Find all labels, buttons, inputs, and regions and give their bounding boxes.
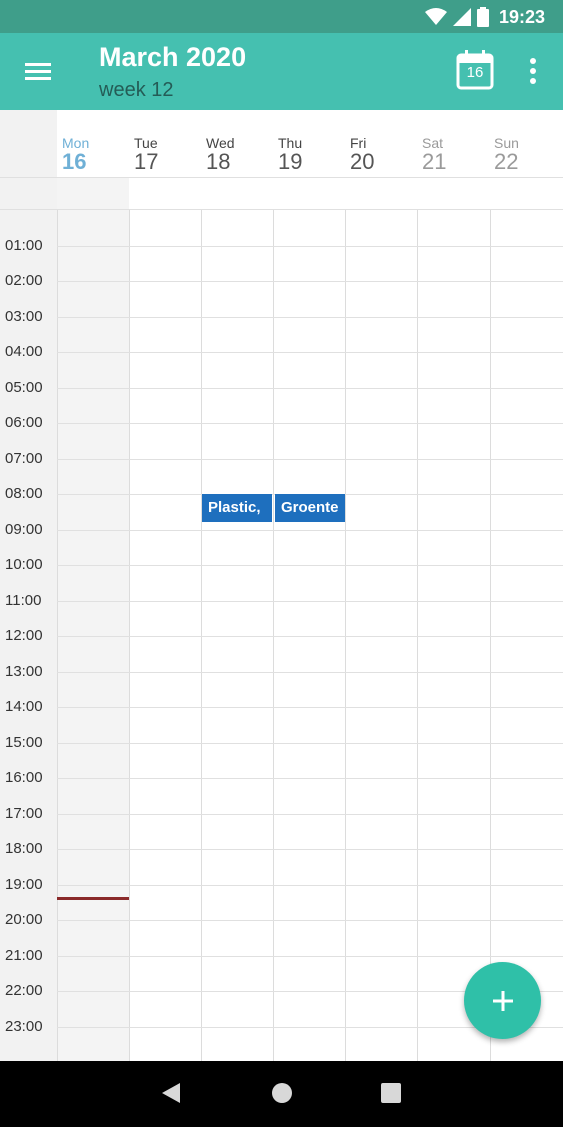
hour-label: 22:00 — [5, 982, 43, 999]
navigation-bar — [0, 1061, 563, 1127]
hour-divider — [57, 672, 563, 673]
signal-icon — [452, 8, 471, 26]
hour-label: 15:00 — [5, 734, 43, 751]
day-header-wed[interactable]: Wed 18 — [206, 135, 278, 173]
day-header-thu[interactable]: Thu 19 — [278, 135, 350, 173]
all-day-corner — [0, 178, 57, 209]
day-header-tue[interactable]: Tue 17 — [134, 135, 206, 173]
day-header-mon[interactable]: Mon 16 — [62, 135, 134, 173]
day-number: 21 — [422, 149, 447, 174]
status-bar: 19:23 — [0, 0, 563, 33]
hour-label: 11:00 — [5, 592, 42, 609]
week-subtitle: week 12 — [99, 79, 174, 101]
plus-icon — [492, 990, 513, 1011]
add-event-button[interactable] — [464, 962, 541, 1039]
recents-icon[interactable] — [380, 1081, 402, 1105]
day-number: 16 — [62, 149, 87, 174]
hour-divider — [57, 459, 563, 460]
hour-divider — [57, 956, 563, 957]
event-title: Groente — [281, 499, 339, 516]
day-header: Mon 16 Tue 17 Wed 18 Thu 19 Fri 20 Sat 2… — [0, 110, 563, 178]
status-time: 19:23 — [498, 6, 545, 27]
hour-label: 13:00 — [5, 663, 43, 680]
today-button[interactable]: 16 — [456, 50, 494, 90]
overflow-menu-icon[interactable] — [521, 55, 545, 87]
hour-divider — [57, 601, 563, 602]
hour-label: 20:00 — [5, 911, 43, 928]
hour-divider — [57, 246, 563, 247]
hour-label: 05:00 — [5, 379, 43, 396]
hour-label: 02:00 — [5, 272, 43, 289]
current-time-indicator — [57, 897, 129, 900]
hour-label: 21:00 — [5, 947, 43, 964]
hour-label: 19:00 — [5, 876, 43, 893]
all-day-row[interactable] — [0, 177, 563, 210]
hour-label: 01:00 — [5, 237, 43, 254]
day-number: 17 — [134, 149, 159, 174]
day-header-fri[interactable]: Fri 20 — [350, 135, 422, 173]
hour-label: 12:00 — [5, 627, 43, 644]
hour-divider — [57, 743, 563, 744]
hour-label: 09:00 — [5, 521, 43, 538]
wifi-icon — [424, 8, 447, 25]
battery-icon — [476, 7, 489, 27]
day-number: 20 — [350, 149, 375, 174]
day-header-sat[interactable]: Sat 21 — [422, 135, 494, 173]
header-corner — [0, 110, 57, 178]
event-groente[interactable]: Groente — [275, 494, 345, 522]
hour-divider — [57, 317, 563, 318]
hour-label: 03:00 — [5, 308, 43, 325]
hour-divider — [57, 849, 563, 850]
hour-label: 14:00 — [5, 698, 43, 715]
hour-divider — [57, 778, 563, 779]
hour-label: 06:00 — [5, 414, 43, 431]
today-badge-number: 16 — [466, 64, 484, 81]
hour-divider — [57, 885, 563, 886]
hour-divider — [57, 530, 563, 531]
all-day-today-cell — [57, 178, 129, 209]
day-number: 18 — [206, 149, 231, 174]
event-plastic[interactable]: Plastic, — [202, 494, 272, 522]
day-header-sun[interactable]: Sun 22 — [494, 135, 563, 173]
hour-divider — [57, 352, 563, 353]
home-icon[interactable] — [271, 1081, 293, 1105]
hour-divider — [57, 814, 563, 815]
status-icons: 19:23 — [424, 5, 545, 29]
hour-divider — [57, 707, 563, 708]
hour-label: 23:00 — [5, 1018, 43, 1035]
hour-label: 10:00 — [5, 556, 43, 573]
day-number: 22 — [494, 149, 519, 174]
hour-divider — [57, 565, 563, 566]
hour-label: 17:00 — [5, 805, 43, 822]
hour-divider — [57, 388, 563, 389]
day-number: 19 — [278, 149, 303, 174]
back-icon[interactable] — [160, 1081, 182, 1105]
hour-label: 08:00 — [5, 485, 43, 502]
week-grid[interactable]: 01:00 02:00 03:00 04:00 05:00 06:00 07:00 08:00… — [0, 210, 563, 1061]
hour-label: 18:00 — [5, 840, 43, 857]
event-title: Plastic, — [208, 499, 261, 516]
hour-divider — [57, 636, 563, 637]
page-title: March 2020 — [99, 42, 247, 72]
hour-divider — [57, 920, 563, 921]
hour-divider — [57, 423, 563, 424]
hour-label: 07:00 — [5, 450, 43, 467]
hour-label: 16:00 — [5, 769, 43, 786]
hour-label: 04:00 — [5, 343, 43, 360]
menu-icon[interactable] — [22, 57, 54, 87]
hour-divider — [57, 281, 563, 282]
app-bar: March 2020 week 12 16 — [0, 33, 563, 110]
